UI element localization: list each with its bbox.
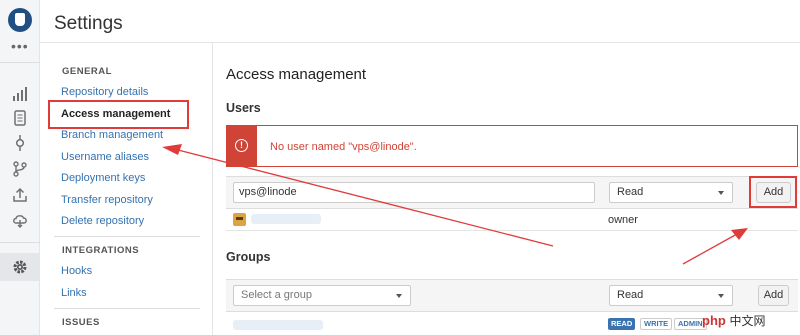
nav-hooks[interactable]: Hooks [61, 265, 92, 277]
error-icon: ! [235, 139, 248, 152]
users-heading: Users [226, 101, 261, 115]
watermark: php 中文网 [702, 312, 765, 329]
highlight-access-management [48, 100, 189, 129]
nav-transfer-repository[interactable]: Transfer repository [61, 194, 153, 206]
user-permission-select[interactable]: Read [609, 182, 733, 203]
redacted-group [233, 320, 323, 330]
group-select[interactable]: Select a group [233, 285, 411, 306]
group-select-placeholder: Select a group [241, 289, 312, 301]
nav-heading-integrations: INTEGRATIONS [62, 245, 140, 256]
nav-username-aliases[interactable]: Username aliases [61, 151, 149, 163]
error-alert: ! No user named "vps@linode". [226, 125, 798, 167]
stats-icon[interactable] [12, 86, 28, 102]
header-divider [40, 42, 800, 43]
permission-write[interactable]: WRITE [640, 318, 673, 330]
chevron-down-icon [718, 294, 724, 298]
add-group-button[interactable]: Add [758, 285, 789, 306]
chevron-down-icon [396, 294, 402, 298]
error-message: No user named "vps@linode". [270, 141, 417, 153]
logo-icon[interactable] [8, 8, 32, 32]
upload-icon[interactable] [12, 187, 28, 203]
cloud-icon[interactable] [12, 212, 28, 228]
group-permission-value: Read [617, 289, 644, 301]
alert-sidebar: ! [227, 126, 257, 166]
left-rail: ••• [0, 0, 40, 335]
nav-divider [54, 308, 200, 309]
chevron-down-icon [718, 191, 724, 195]
groups-heading: Groups [226, 250, 271, 264]
group-permission-select[interactable]: Read [609, 285, 733, 306]
user-role: owner [608, 214, 638, 226]
rail-divider [0, 242, 40, 243]
watermark-logo: php [702, 313, 726, 328]
nav-heading-issues: ISSUES [62, 317, 100, 328]
nav-heading-general: GENERAL [62, 66, 112, 77]
more-icon[interactable]: ••• [11, 38, 29, 54]
redacted-username [251, 214, 321, 224]
settings-nav-item[interactable] [0, 253, 40, 281]
section-title: Access management [226, 66, 367, 83]
branches-icon[interactable] [12, 161, 28, 177]
sidebar-divider [212, 42, 213, 335]
nav-repository-details[interactable]: Repository details [61, 86, 148, 98]
watermark-text: 中文网 [729, 314, 766, 328]
avatar [233, 213, 246, 226]
settings-gear-icon [13, 260, 27, 274]
nav-divider [54, 236, 200, 237]
nav-links[interactable]: Links [61, 287, 87, 299]
source-icon[interactable] [12, 110, 28, 126]
rail-divider [0, 62, 40, 63]
nav-deployment-keys[interactable]: Deployment keys [61, 172, 145, 184]
permission-read[interactable]: READ [608, 318, 636, 330]
commits-icon[interactable] [12, 135, 28, 151]
nav-branch-management[interactable]: Branch management [61, 129, 163, 141]
user-permission-value: Read [617, 186, 644, 198]
page-title: Settings [54, 13, 123, 34]
highlight-add-button [749, 176, 797, 208]
user-input[interactable]: vps@linode [233, 182, 595, 203]
nav-delete-repository[interactable]: Delete repository [61, 215, 144, 227]
